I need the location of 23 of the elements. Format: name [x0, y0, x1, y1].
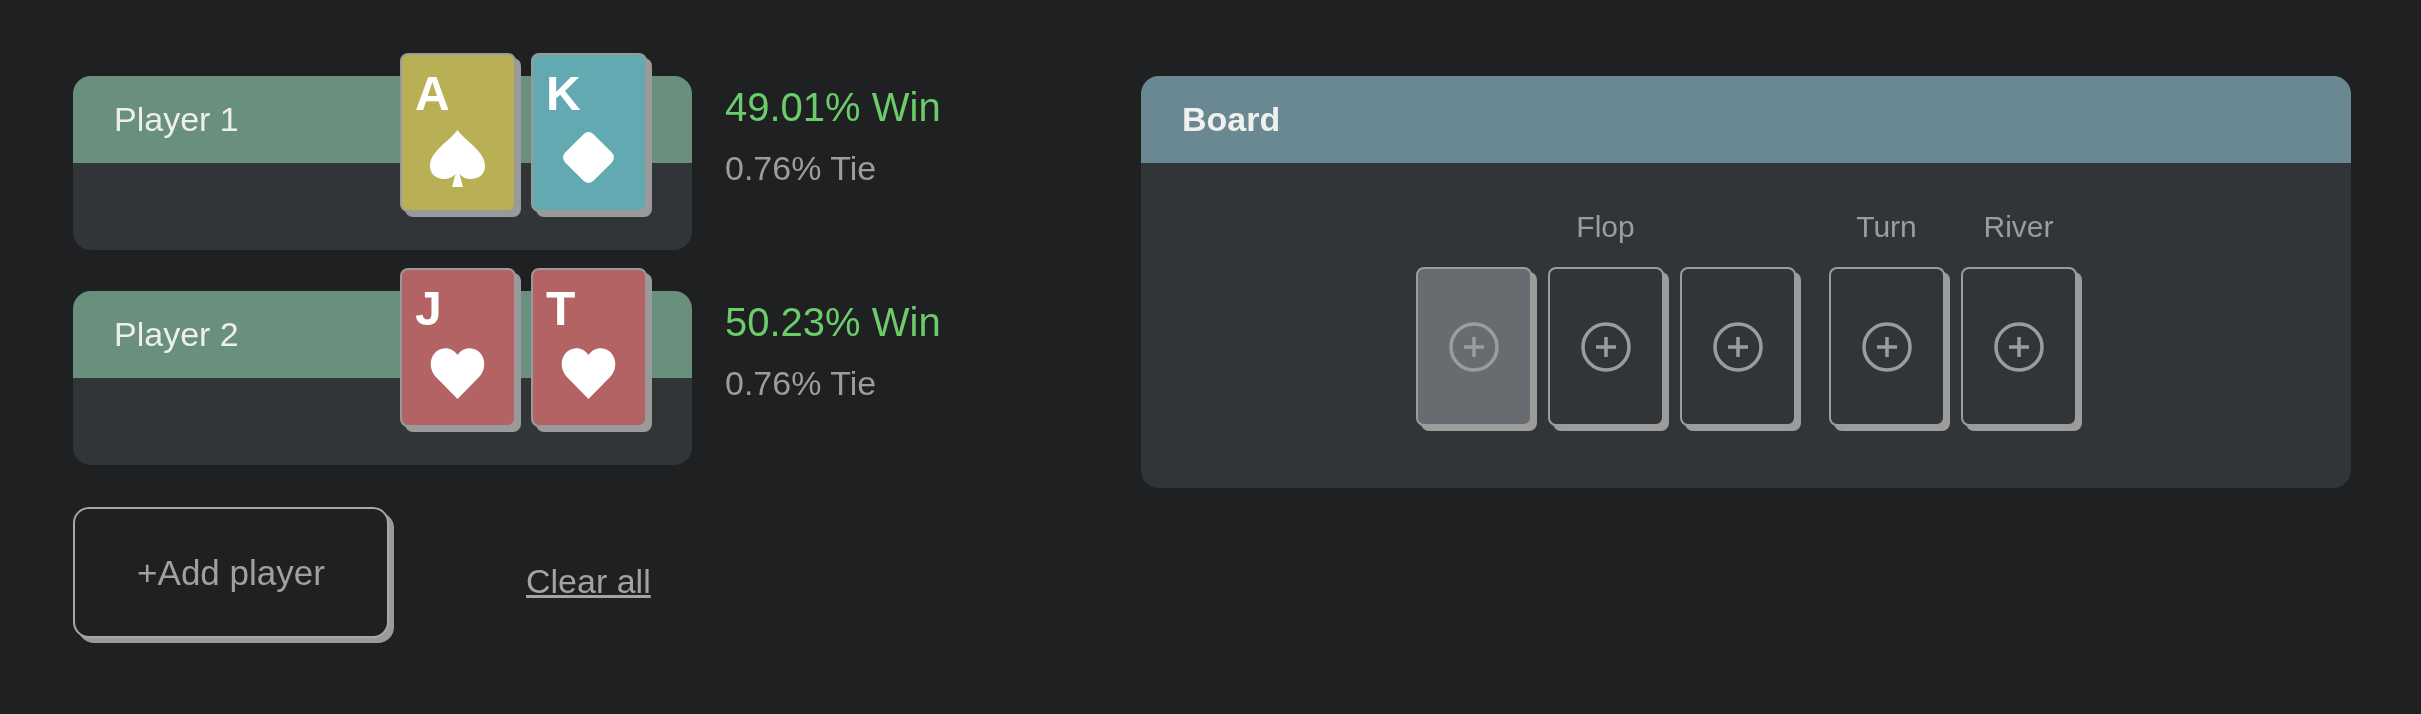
- card-rank: T: [546, 285, 576, 333]
- board-title: Board: [1182, 100, 1281, 139]
- spade-icon: [430, 130, 485, 187]
- heart-icon: [430, 347, 485, 399]
- heart-icon: [561, 347, 616, 399]
- street-label: Turn: [1856, 209, 1917, 245]
- win-percentage: 49.01% Win: [725, 84, 941, 131]
- plus-circle-icon: [1448, 321, 1499, 372]
- tie-percentage: 0.76% Tie: [725, 363, 877, 404]
- card-rank: A: [415, 70, 450, 118]
- plus-circle-icon: [1861, 321, 1912, 372]
- clear-all-link[interactable]: Clear all: [526, 562, 651, 601]
- plus-circle-icon: [1712, 321, 1763, 372]
- street-label: River: [1983, 209, 2054, 245]
- plus-circle-icon: [1993, 321, 2044, 372]
- player-name: Player 1: [114, 100, 239, 139]
- street-label: Flop: [1576, 209, 1635, 245]
- win-percentage: 50.23% Win: [725, 299, 941, 346]
- plus-circle-icon: [1580, 321, 1631, 372]
- player-name: Player 2: [114, 315, 239, 354]
- tie-percentage: 0.76% Tie: [725, 148, 877, 189]
- card-rank: K: [546, 70, 581, 118]
- card-rank: J: [415, 285, 442, 333]
